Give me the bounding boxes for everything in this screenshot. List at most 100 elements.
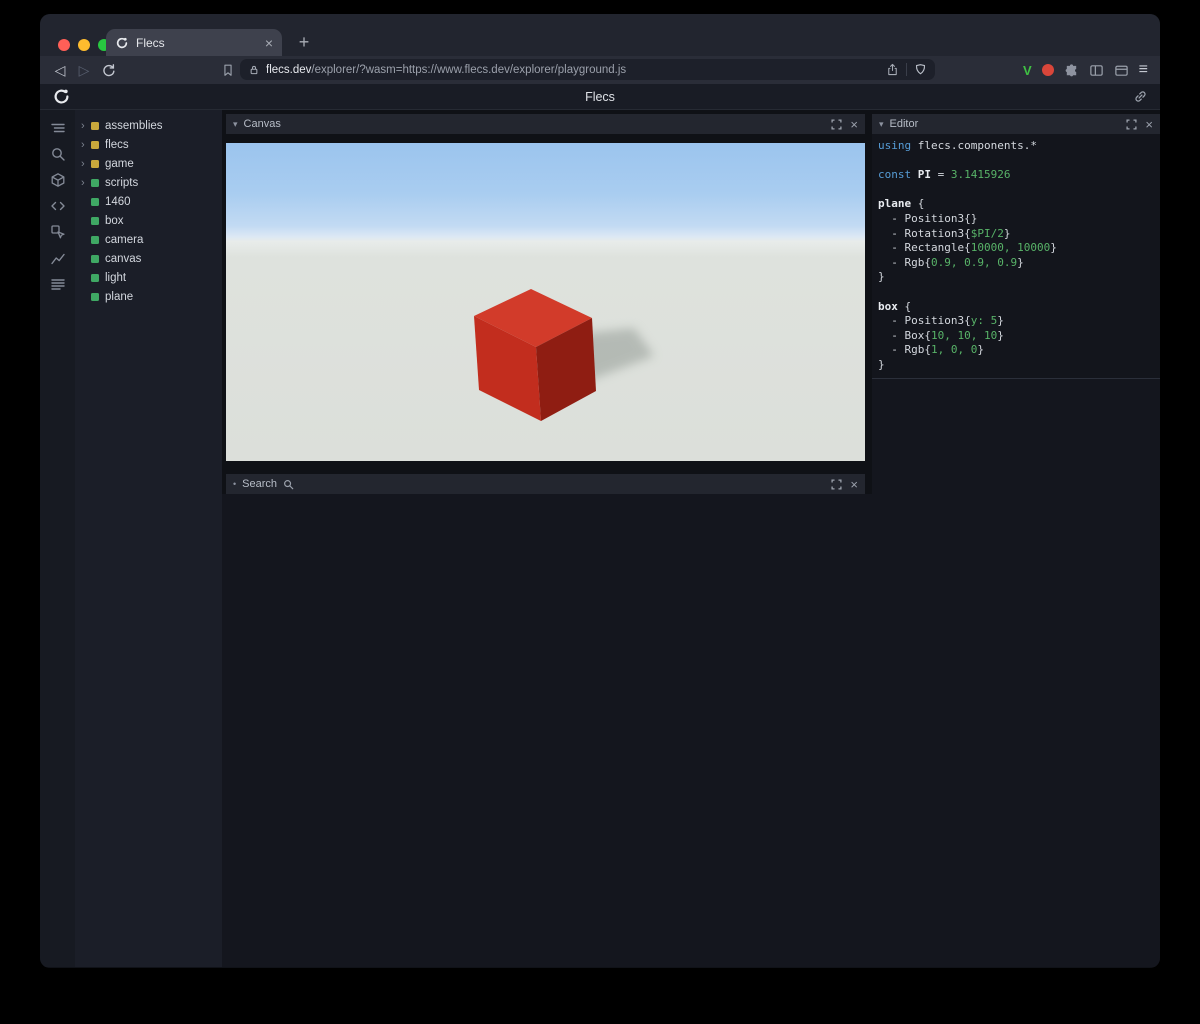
canvas-panel-header[interactable]: ▾ Canvas × bbox=[226, 114, 865, 134]
back-button[interactable]: ◁ bbox=[50, 56, 70, 84]
code-line: } bbox=[878, 270, 1154, 285]
url-bar[interactable]: flecs.dev/explorer/?wasm=https://www.fle… bbox=[240, 59, 935, 80]
tree-item-1460[interactable]: ›1460 bbox=[75, 192, 222, 211]
tab-favicon-flecs-icon bbox=[115, 36, 129, 50]
code-line: const PI = 3.1415926 bbox=[878, 168, 1154, 183]
tree-item-box[interactable]: ›box bbox=[75, 211, 222, 230]
divider bbox=[906, 63, 907, 76]
code-editor[interactable]: using flecs.components.* const PI = 3.14… bbox=[872, 134, 1160, 379]
entity-tree-panel: ›assemblies›flecs›game›scripts›1460›box›… bbox=[75, 110, 222, 967]
reload-button[interactable] bbox=[98, 56, 118, 84]
tree-item-label: light bbox=[105, 272, 126, 284]
v-extension-icon[interactable]: V bbox=[1023, 63, 1032, 78]
entity-square-icon bbox=[91, 293, 99, 301]
expand-arrow-icon[interactable]: › bbox=[81, 158, 91, 170]
url-path: /explorer/?wasm=https://www.flecs.dev/ex… bbox=[311, 64, 626, 76]
code-line: plane { bbox=[878, 197, 1154, 212]
bookmark-icon[interactable] bbox=[218, 56, 238, 84]
3d-viewport[interactable] bbox=[226, 143, 865, 461]
code-line: - Box{10, 10, 10} bbox=[878, 329, 1154, 344]
close-panel-icon[interactable]: × bbox=[850, 478, 858, 491]
tree-item-light[interactable]: ›light bbox=[75, 268, 222, 287]
navigation-bar: ◁ ▷ flecs.dev/explorer/?wasm=https://www… bbox=[40, 56, 1160, 84]
tree-item-label: box bbox=[105, 215, 124, 227]
collapsed-dot-icon[interactable]: • bbox=[233, 479, 236, 489]
url-host: flecs.dev bbox=[266, 64, 311, 76]
editor-code: using flecs.components.* const PI = 3.14… bbox=[878, 139, 1154, 373]
tab-close-icon[interactable]: × bbox=[265, 36, 273, 50]
editor-panel-header[interactable]: ▾ Editor × bbox=[872, 114, 1160, 134]
code-line: - Position3{} bbox=[878, 212, 1154, 227]
lock-icon bbox=[248, 64, 260, 76]
module-square-icon bbox=[91, 141, 99, 149]
fullscreen-icon[interactable] bbox=[831, 479, 842, 490]
close-panel-icon[interactable]: × bbox=[850, 118, 858, 131]
menu-icon[interactable]: ≡ bbox=[1139, 61, 1148, 79]
code-line: - Rectangle{10000, 10000} bbox=[878, 241, 1154, 256]
toolbar-extensions: V ≡ bbox=[1023, 56, 1148, 84]
code-icon[interactable] bbox=[50, 198, 66, 214]
code-line: } bbox=[878, 358, 1154, 373]
tree-item-camera[interactable]: ›camera bbox=[75, 230, 222, 249]
tree-item-label: game bbox=[105, 158, 134, 170]
tree-item-game[interactable]: › game bbox=[75, 154, 222, 173]
app-header: Flecs bbox=[40, 84, 1160, 110]
browser-window: Flecs × + ◁ ▷ flecs.dev/explorer/?wasm=h… bbox=[40, 14, 1160, 968]
entity-square-icon bbox=[91, 179, 99, 187]
code-line: - Position3{y: 5} bbox=[878, 314, 1154, 329]
entities-cube-icon[interactable] bbox=[50, 172, 66, 188]
code-line: using flecs.components.* bbox=[878, 139, 1154, 154]
close-button[interactable] bbox=[58, 39, 70, 51]
code-line bbox=[878, 183, 1154, 198]
puzzle-extensions-icon[interactable] bbox=[1064, 63, 1079, 78]
entity-square-icon bbox=[91, 255, 99, 263]
queries-list-icon[interactable] bbox=[50, 276, 66, 292]
sidebar-toggle-icon[interactable] bbox=[1089, 63, 1104, 78]
chevron-down-icon[interactable]: ▾ bbox=[879, 119, 884, 130]
new-tab-button[interactable]: + bbox=[292, 30, 316, 54]
share-icon[interactable] bbox=[886, 63, 899, 76]
page-title: Flecs bbox=[40, 84, 1160, 110]
expand-arrow-icon[interactable]: › bbox=[81, 120, 91, 132]
search-results-area bbox=[222, 494, 1160, 967]
tree-item-plane[interactable]: ›plane bbox=[75, 287, 222, 306]
explorer-content: ›assemblies›flecs›game›scripts›1460›box›… bbox=[40, 110, 1160, 967]
minimize-button[interactable] bbox=[78, 39, 90, 51]
fullscreen-icon[interactable] bbox=[831, 119, 842, 130]
panel-area: ▾ Canvas × • bbox=[222, 110, 1160, 967]
brave-shield-icon[interactable] bbox=[914, 63, 927, 76]
code-line: - Rotation3{$PI/2} bbox=[878, 227, 1154, 242]
tree-item-label: flecs bbox=[105, 139, 129, 151]
panel-background bbox=[872, 378, 1160, 494]
editor-panel-title: Editor bbox=[890, 118, 919, 130]
entity-tree-icon[interactable] bbox=[50, 120, 66, 136]
tree-item-flecs[interactable]: › flecs bbox=[75, 135, 222, 154]
expand-arrow-icon[interactable]: › bbox=[81, 177, 91, 189]
expand-arrow-icon[interactable]: › bbox=[81, 139, 91, 151]
close-panel-icon[interactable]: × bbox=[1145, 118, 1153, 131]
search-small-icon bbox=[283, 479, 294, 490]
inspect-cursor-icon[interactable] bbox=[50, 224, 66, 240]
code-line bbox=[878, 285, 1154, 300]
tree-item-assemblies[interactable]: › assemblies bbox=[75, 116, 222, 135]
search-panel-header[interactable]: • Search × bbox=[226, 474, 865, 494]
fullscreen-icon[interactable] bbox=[1126, 119, 1137, 130]
entity-tree: ›assemblies›flecs›game›scripts›1460›box›… bbox=[75, 116, 222, 306]
code-line bbox=[878, 154, 1154, 169]
entity-square-icon bbox=[91, 198, 99, 206]
forward-button[interactable]: ▷ bbox=[74, 56, 94, 84]
browser-tab[interactable]: Flecs × bbox=[106, 29, 282, 56]
tree-item-scripts[interactable]: ›scripts bbox=[75, 173, 222, 192]
wallet-icon[interactable] bbox=[1114, 63, 1129, 78]
red-extension-icon[interactable] bbox=[1042, 64, 1054, 76]
window-controls bbox=[58, 39, 110, 51]
search-icon[interactable] bbox=[50, 146, 66, 162]
entity-square-icon bbox=[91, 217, 99, 225]
share-link-icon[interactable] bbox=[1133, 89, 1148, 104]
stats-chart-icon[interactable] bbox=[50, 250, 66, 266]
tool-sidebar bbox=[40, 110, 75, 967]
code-line: - Rgb{1, 0, 0} bbox=[878, 343, 1154, 358]
chevron-down-icon[interactable]: ▾ bbox=[233, 119, 238, 130]
tree-item-canvas[interactable]: ›canvas bbox=[75, 249, 222, 268]
tree-item-label: assemblies bbox=[105, 120, 163, 132]
